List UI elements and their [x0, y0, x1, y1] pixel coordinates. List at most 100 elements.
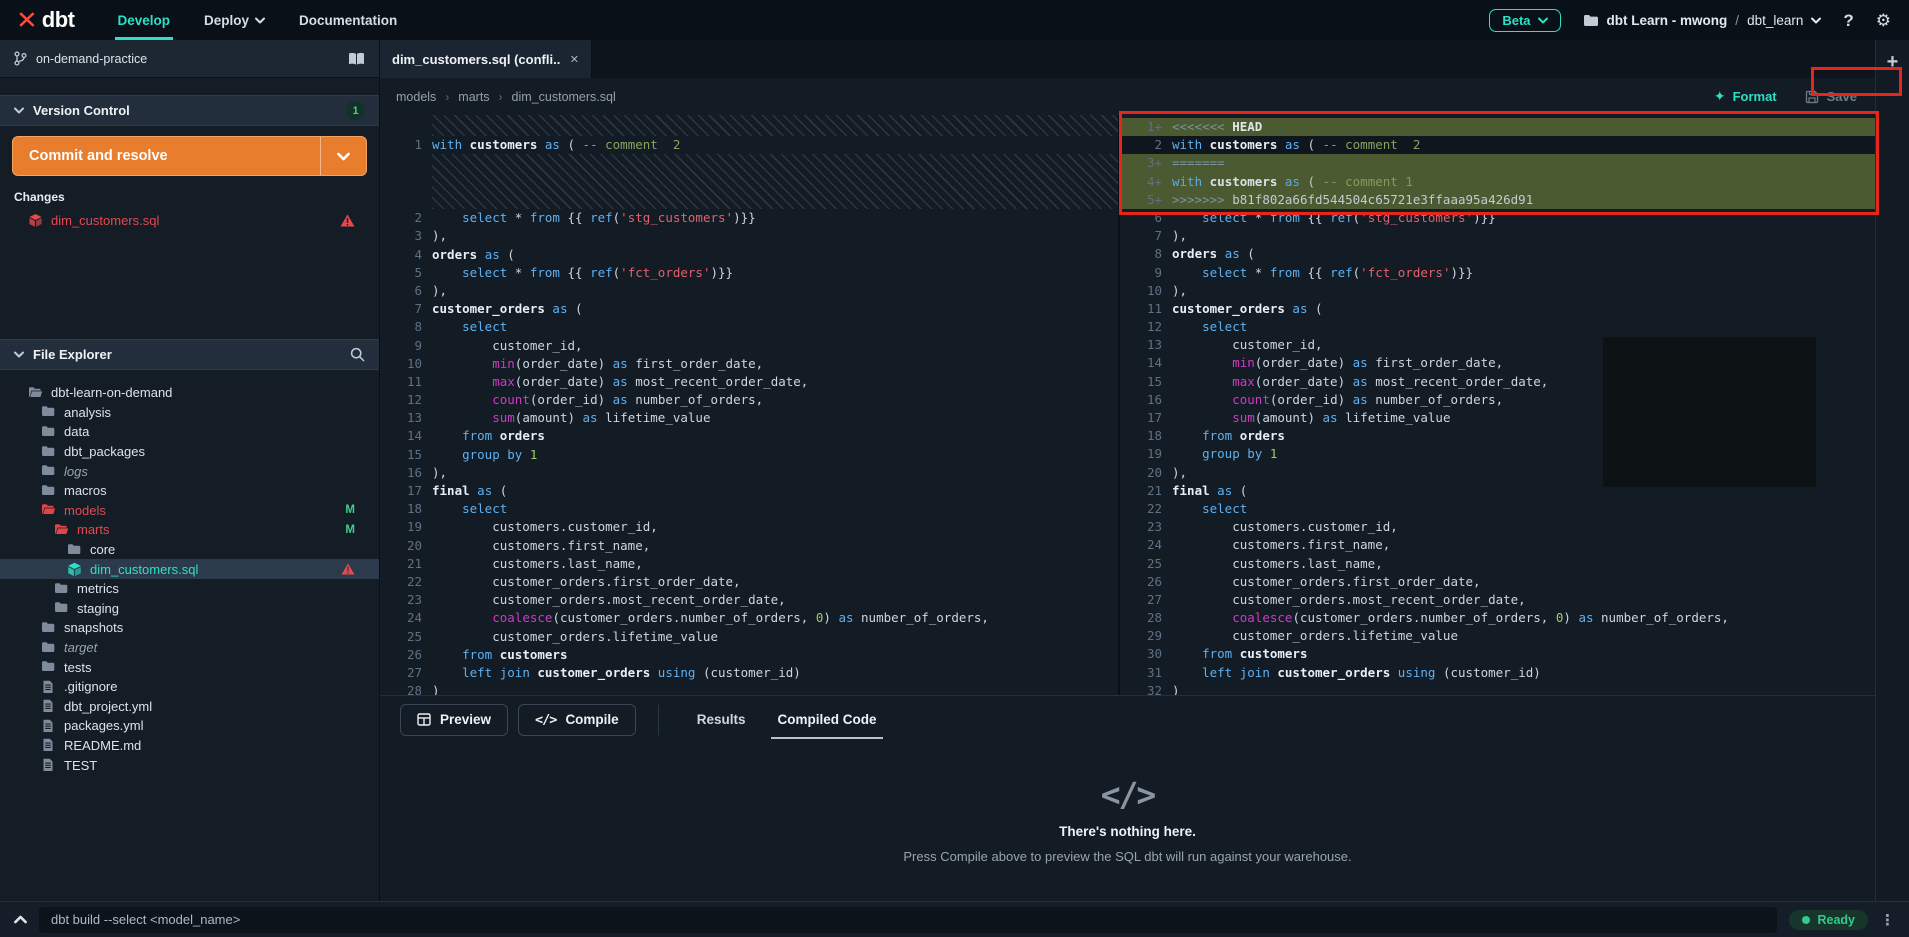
results-toolbar: Preview </> Compile Results Compiled Cod… — [380, 696, 1875, 743]
tree-item-analysis[interactable]: analysis — [0, 403, 379, 423]
line-number: 20 — [1120, 464, 1162, 482]
git-branch-icon — [14, 51, 27, 66]
git-branch-bar[interactable]: on-demand-practice — [0, 40, 379, 78]
tree-item--gitignore[interactable]: .gitignore — [0, 677, 379, 697]
tree-item-core[interactable]: core — [0, 540, 379, 560]
tab-results[interactable]: Results — [681, 696, 762, 743]
line-number: 4+ — [1120, 173, 1162, 191]
tree-item-snapshots[interactable]: snapshots — [0, 618, 379, 638]
tree-item-logs[interactable]: logs — [0, 461, 379, 481]
compile-button[interactable]: </> Compile — [518, 704, 636, 736]
line-number: 14 — [380, 427, 422, 445]
code-text: ), — [1162, 282, 1187, 300]
line-number: 9 — [1120, 264, 1162, 282]
empty-state-subtitle: Press Compile above to preview the SQL d… — [903, 849, 1351, 864]
new-tab-plus-icon[interactable]: + — [1887, 52, 1899, 72]
sidebar: on-demand-practice Version Control 1 Com… — [0, 40, 380, 901]
tree-item-dbt-packages[interactable]: dbt_packages — [0, 442, 379, 462]
tree-item-dim-customers-sql[interactable]: dim_customers.sql — [0, 559, 379, 579]
folder-icon — [41, 445, 56, 459]
changed-file-item[interactable]: dim_customers.sql — [0, 210, 379, 231]
project-switcher[interactable]: dbt Learn - mwong / dbt_learn — [1583, 13, 1822, 28]
tree-item-dbt-learn-on-demand[interactable]: dbt-learn-on-demand — [0, 383, 379, 403]
nav-deploy[interactable]: Deploy — [187, 0, 282, 40]
code-text: customer_orders as ( — [1162, 300, 1323, 318]
help-icon[interactable]: ? — [1843, 12, 1853, 29]
code-line: 5 select * from {{ ref('fct_orders')}} — [380, 264, 1118, 282]
tree-item-data[interactable]: data — [0, 422, 379, 442]
commit-and-resolve-button[interactable]: Commit and resolve — [12, 136, 367, 176]
code-line: 4orders as ( — [380, 246, 1118, 264]
command-input[interactable] — [39, 907, 1777, 933]
code-text: customer_orders as ( — [422, 300, 583, 318]
save-button[interactable]: Save — [1805, 89, 1857, 104]
code-line: 3), — [380, 227, 1118, 245]
preview-button[interactable]: Preview — [400, 704, 508, 736]
code-text: select * from {{ ref('fct_orders')}} — [422, 264, 733, 282]
breadcrumb-item[interactable]: marts — [458, 90, 489, 104]
folder-icon — [54, 582, 69, 596]
file-explorer-header[interactable]: File Explorer — [0, 339, 379, 370]
tree-item-target[interactable]: target — [0, 638, 379, 658]
tree-item-marts[interactable]: martsM — [0, 520, 379, 540]
kebab-menu-icon[interactable]: ⋮ — [1880, 911, 1895, 929]
code-line: 10), — [1120, 282, 1875, 300]
dbt-logo[interactable]: ✕ dbt — [0, 0, 101, 40]
code-text: group by 1 — [1162, 445, 1277, 463]
expand-panel-chevron-icon[interactable] — [14, 915, 27, 924]
tree-item-readme-md[interactable]: README.md — [0, 736, 379, 756]
tab-dim-customers[interactable]: dim_customers.sql (confli... ✕ — [380, 40, 592, 78]
line-number: 23 — [1120, 518, 1162, 536]
code-text: coalesce(customer_orders.number_of_order… — [1162, 609, 1729, 627]
code-line: 7), — [1120, 227, 1875, 245]
breadcrumb-item[interactable]: models — [396, 90, 436, 104]
code-text: <<<<<<< HEAD — [1162, 118, 1262, 136]
tree-item-staging[interactable]: staging — [0, 599, 379, 619]
code-line: 19 group by 1 — [1120, 445, 1875, 463]
diff-pane-incoming[interactable]: 1+<<<<<<< HEAD2with customers as ( -- co… — [1120, 115, 1875, 695]
beta-dropdown[interactable]: Beta — [1489, 9, 1560, 32]
tree-item-packages-yml[interactable]: packages.yml — [0, 716, 379, 736]
nav-documentation[interactable]: Documentation — [282, 0, 414, 40]
commit-options-caret[interactable] — [320, 137, 366, 175]
tree-item-models[interactable]: modelsM — [0, 501, 379, 521]
folder-icon — [41, 464, 56, 478]
code-text: max(order_date) as most_recent_order_dat… — [422, 373, 808, 391]
line-number: 21 — [380, 555, 422, 573]
file-icon — [41, 680, 56, 694]
code-text: >>>>>>> b81f802a66fd544504c65721e3ffaaa9… — [1162, 191, 1533, 209]
search-icon[interactable] — [350, 347, 365, 362]
breadcrumb-separator: › — [499, 90, 503, 104]
docs-book-icon[interactable] — [348, 52, 365, 66]
line-number: 12 — [1120, 318, 1162, 336]
status-badge[interactable]: Ready — [1789, 910, 1868, 930]
code-text: customers.customer_id, — [422, 518, 658, 536]
code-line: 2with customers as ( -- comment 2 — [1120, 136, 1875, 154]
format-button[interactable]: ✦ Format — [1714, 88, 1777, 105]
tree-item-test[interactable]: TEST — [0, 755, 379, 775]
tree-item-macros[interactable]: macros — [0, 481, 379, 501]
gear-icon[interactable]: ⚙ — [1876, 12, 1891, 29]
close-icon[interactable]: ✕ — [570, 53, 579, 66]
diff-editor: 1with customers as ( -- comment 22 selec… — [380, 115, 1875, 695]
code-text: min(order_date) as first_order_date, — [422, 355, 763, 373]
code-line: 20), — [1120, 464, 1875, 482]
line-number: 28 — [1120, 609, 1162, 627]
code-line: 32) — [1120, 682, 1875, 695]
code-text: customer_orders.lifetime_value — [422, 628, 718, 646]
version-control-header[interactable]: Version Control 1 — [0, 95, 379, 126]
code-line: 25 customer_orders.lifetime_value — [380, 628, 1118, 646]
tree-item-tests[interactable]: tests — [0, 657, 379, 677]
line-number: 19 — [380, 518, 422, 536]
tab-compiled-code[interactable]: Compiled Code — [761, 696, 892, 743]
tree-item-dbt-project-yml[interactable]: dbt_project.yml — [0, 697, 379, 717]
breadcrumb-item[interactable]: dim_customers.sql — [512, 90, 616, 104]
empty-state-title: There's nothing here. — [1059, 824, 1196, 839]
diff-pane-current[interactable]: 1with customers as ( -- comment 22 selec… — [380, 115, 1120, 695]
nav-develop[interactable]: Develop — [101, 0, 188, 40]
code-icon: </> — [535, 712, 556, 728]
code-text: ), — [422, 282, 447, 300]
tree-item-metrics[interactable]: metrics — [0, 579, 379, 599]
empty-state: </> There's nothing here. Press Compile … — [380, 743, 1875, 901]
code-line: 13 sum(amount) as lifetime_value — [380, 409, 1118, 427]
